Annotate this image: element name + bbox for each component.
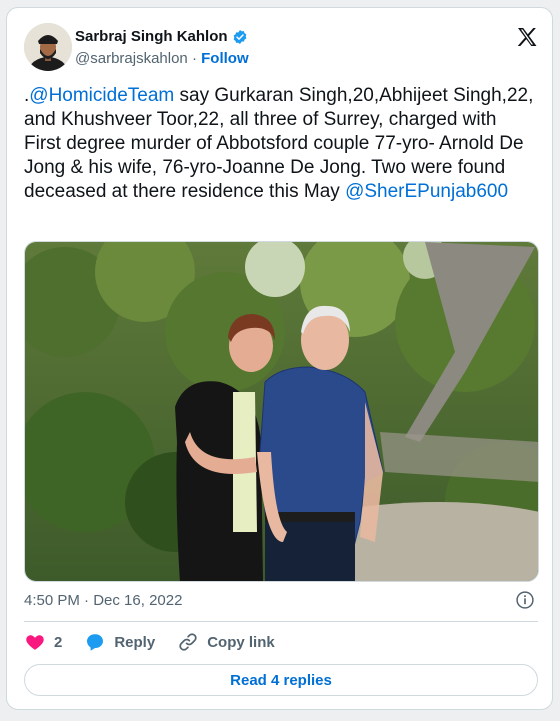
like-button[interactable]: 2 — [24, 631, 62, 653]
tweet-photo[interactable] — [24, 241, 539, 582]
info-icon[interactable] — [515, 590, 535, 610]
reply-button[interactable]: Reply — [84, 631, 155, 653]
tweet-actions: 2 Reply Copy link — [24, 630, 297, 654]
link-icon — [179, 633, 197, 651]
author-handle[interactable]: @sarbrajskahlon — [75, 50, 188, 67]
handle-separator: · — [191, 50, 197, 67]
heart-icon — [26, 635, 44, 650]
tweet-text: .@HomicideTeam say Gurkaran Singh,20,Abh… — [24, 84, 534, 204]
reply-label: Reply — [114, 633, 156, 651]
mention-sherepunjab600[interactable]: @SherEPunjab600 — [345, 181, 508, 202]
like-count: 2 — [54, 633, 63, 651]
tweet-date: Dec 16, 2022 — [93, 592, 183, 609]
read-replies-button[interactable]: Read 4 replies — [24, 664, 538, 696]
tweet-timestamp[interactable]: 4:50 PM · Dec 16, 2022 — [24, 592, 182, 609]
speech-bubble-icon — [87, 634, 104, 651]
divider — [24, 621, 538, 622]
author-name-row[interactable]: Sarbraj Singh Kahlon — [75, 28, 248, 45]
copy-link-button[interactable]: Copy link — [177, 631, 275, 653]
tweet-card: Sarbraj Singh Kahlon @sarbrajskahlon · F… — [6, 7, 553, 710]
author-name[interactable]: Sarbraj Singh Kahlon — [75, 28, 228, 45]
x-logo-icon[interactable] — [515, 25, 539, 49]
follow-link[interactable]: Follow — [201, 50, 249, 67]
copy-link-label: Copy link — [207, 633, 275, 651]
tweet-time: 4:50 PM — [24, 592, 80, 609]
author-handle-row: @sarbrajskahlon · Follow — [75, 50, 249, 67]
avatar[interactable] — [24, 23, 72, 71]
timestamp-separator: · — [84, 592, 90, 609]
avatar-photo — [24, 23, 72, 71]
couple-photo — [25, 242, 538, 581]
verified-badge-icon — [233, 29, 246, 44]
mention-homicideteam[interactable]: @HomicideTeam — [29, 85, 174, 106]
